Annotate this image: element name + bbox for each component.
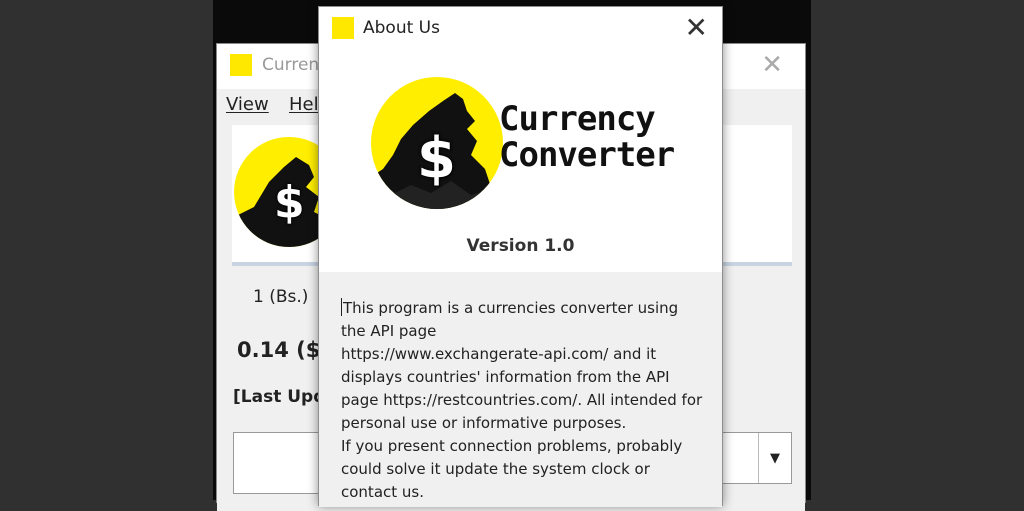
description-line: page https://restcountries.com/. All int… (341, 391, 703, 409)
logo-wordmark: Currency Converter (499, 99, 675, 175)
currency-logo-image: $ (371, 77, 503, 209)
description-line: This program is a currencies converter u… (341, 298, 679, 317)
description-line: the API page (341, 322, 437, 340)
description-line: If you present connection problems, prob… (341, 437, 683, 455)
close-icon[interactable]: ✕ (685, 11, 708, 44)
text-caret (341, 298, 342, 316)
description-line: could solve it update the system clock o… (341, 460, 650, 478)
result-label: 0.14 ($) (237, 338, 330, 362)
app-logo-icon (230, 54, 252, 76)
description-line: https://www.exchangerate-api.com/ and it (341, 345, 657, 363)
logo-line-2: Converter (499, 135, 675, 175)
version-label: Version 1.0 (466, 236, 575, 256)
dollar-symbol: $ (417, 126, 456, 191)
chevron-down-icon[interactable]: ▼ (758, 433, 791, 483)
app-logo-icon (332, 17, 354, 39)
close-icon[interactable]: ✕ (761, 50, 783, 80)
about-dialog-title: About Us (363, 18, 440, 38)
about-header: $ Currency Converter Version 1.0 (319, 51, 722, 272)
about-description[interactable]: This program is a currencies converter u… (341, 297, 706, 504)
about-titlebar: About Us ✕ (319, 7, 722, 51)
dollar-symbol: $ (274, 177, 305, 228)
about-description-panel: This program is a currencies converter u… (319, 272, 722, 507)
description-line: personal use or informative purposes. (341, 414, 627, 432)
description-line: contact us. (341, 483, 424, 501)
about-dialog: About Us ✕ $ Currency Converter Version … (318, 6, 723, 507)
currency-select[interactable]: ▼ (722, 432, 792, 484)
amount-input[interactable] (233, 432, 325, 494)
menu-help[interactable]: Hel (289, 94, 319, 115)
menu-view[interactable]: View (226, 94, 269, 115)
amount-label: 1 (Bs.) (253, 287, 309, 307)
logo-line-1: Currency (499, 99, 656, 139)
description-line: displays countries' information from the… (341, 368, 670, 386)
